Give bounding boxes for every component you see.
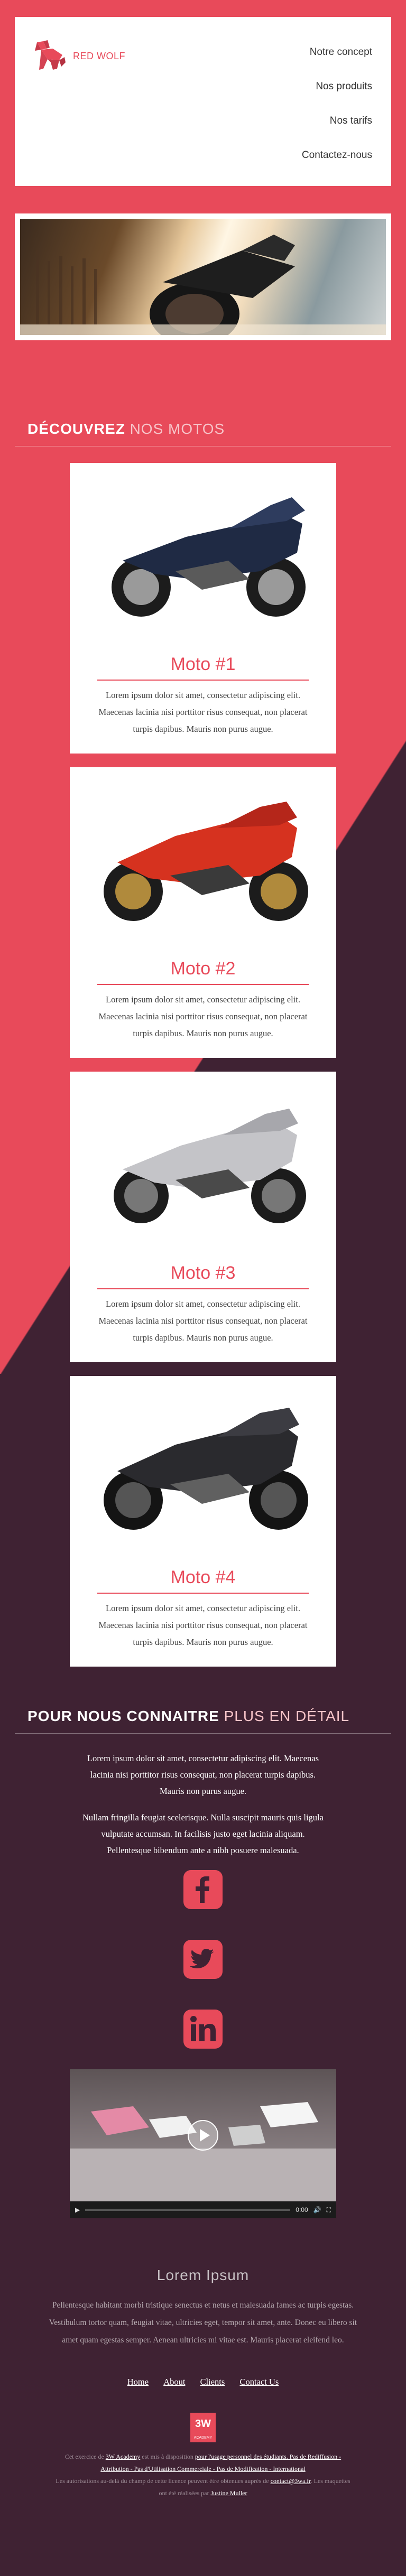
card-text: Lorem ipsum dolor sit amet, consectetur … (98, 994, 308, 1038)
card-text: Lorem ipsum dolor sit amet, consectetur … (98, 1603, 308, 1647)
footer-link-contact[interactable]: Contact Us (239, 2377, 279, 2387)
product-card[interactable]: Moto #3 Lorem ipsum dolor sit amet, cons… (70, 1072, 336, 1362)
motorcycle-image (112, 497, 306, 617)
video-frame (70, 2069, 336, 2201)
card-rule (97, 984, 309, 985)
nav-item-tarifs[interactable]: Nos tarifs (302, 115, 372, 127)
footer-nav: Home About Clients Contact Us (0, 2377, 406, 2387)
linkedin-link[interactable] (182, 2008, 224, 2050)
hero-image (20, 219, 386, 335)
linkedin-icon (183, 2010, 223, 2049)
site-header: RED WOLF Notre concept Nos produits Nos … (15, 17, 391, 186)
divider (15, 1733, 391, 1734)
wolf-logo-icon (35, 40, 66, 70)
logo[interactable]: RED WOLF (32, 39, 125, 73)
video-controls: ▶ 0:00 🔊 ⛶ (70, 2201, 336, 2218)
section-title-about: POUR NOUS CONNAITRE PLUS EN DÉTAIL (27, 1708, 350, 1724)
brand-name: RED WOLF (73, 50, 126, 61)
card-rule (97, 1288, 309, 1289)
facebook-icon (183, 1870, 223, 1909)
play-pause-icon[interactable]: ▶ (75, 2206, 80, 2214)
video-player[interactable]: ▶ 0:00 🔊 ⛶ (70, 2069, 336, 2218)
about-paragraph: Nullam fringilla feugiat scelerisque. Nu… (82, 1812, 324, 1855)
card-title: Moto #4 (170, 1567, 236, 1587)
footer-link-clients[interactable]: Clients (200, 2377, 225, 2387)
facebook-link[interactable] (182, 1868, 224, 1911)
card-title: Moto #3 (170, 1263, 236, 1283)
divider (15, 446, 391, 447)
video-time: 0:00 (296, 2206, 308, 2214)
twitter-link[interactable] (182, 1938, 224, 1980)
card-text: Lorem ipsum dolor sit amet, consectetur … (98, 1299, 308, 1343)
footer-legal: Cet exercice de 3W Academy est mis à dis… (56, 2453, 350, 2497)
product-card[interactable]: Moto #1 Lorem ipsum dolor sit amet, cons… (70, 463, 336, 754)
nav-item-produits[interactable]: Nos produits (302, 81, 372, 92)
volume-icon[interactable]: 🔊 (313, 2206, 321, 2214)
card-rule (97, 680, 309, 681)
motorcycle-image (104, 1408, 308, 1530)
card-rule (97, 1593, 309, 1594)
video-progress-bar[interactable] (85, 2209, 291, 2211)
product-card[interactable]: Moto #4 Lorem ipsum dolor sit amet, cons… (70, 1376, 336, 1667)
product-card[interactable]: Moto #2 Lorem ipsum dolor sit amet, cons… (70, 767, 336, 1058)
academy-badge: 3W ACADEMY (190, 2413, 216, 2442)
fullscreen-icon[interactable]: ⛶ (327, 2206, 331, 2214)
footer-link-author[interactable]: Justine Muller (210, 2489, 247, 2497)
motorcycle-image (114, 1109, 306, 1223)
footer-link-3w[interactable]: 3W Academy (106, 2453, 140, 2460)
card-title: Moto #2 (170, 959, 236, 979)
main-nav: Notre concept Nos produits Nos tarifs Co… (302, 47, 372, 184)
nav-item-contact[interactable]: Contactez-nous (302, 150, 372, 161)
footer-link-about[interactable]: About (163, 2377, 185, 2387)
section-title-motos: DÉCOUVREZ NOS MOTOS (27, 421, 225, 437)
footer-link-home[interactable]: Home (127, 2377, 149, 2387)
footer-link-email[interactable]: contact@3wa.fr (271, 2477, 311, 2485)
lorem-title: Lorem Ipsum (156, 2267, 250, 2283)
motorcycle-image (104, 802, 308, 921)
card-title: Moto #1 (170, 654, 236, 674)
twitter-icon (183, 1940, 223, 1979)
play-icon[interactable] (187, 2119, 219, 2151)
lorem-text: Pellentesque habitant morbi tristique se… (49, 2301, 357, 2345)
about-paragraph: Lorem ipsum dolor sit amet, consectetur … (87, 1753, 319, 1796)
nav-item-concept[interactable]: Notre concept (302, 47, 372, 58)
hero-banner (15, 213, 391, 340)
card-text: Lorem ipsum dolor sit amet, consectetur … (98, 690, 308, 734)
